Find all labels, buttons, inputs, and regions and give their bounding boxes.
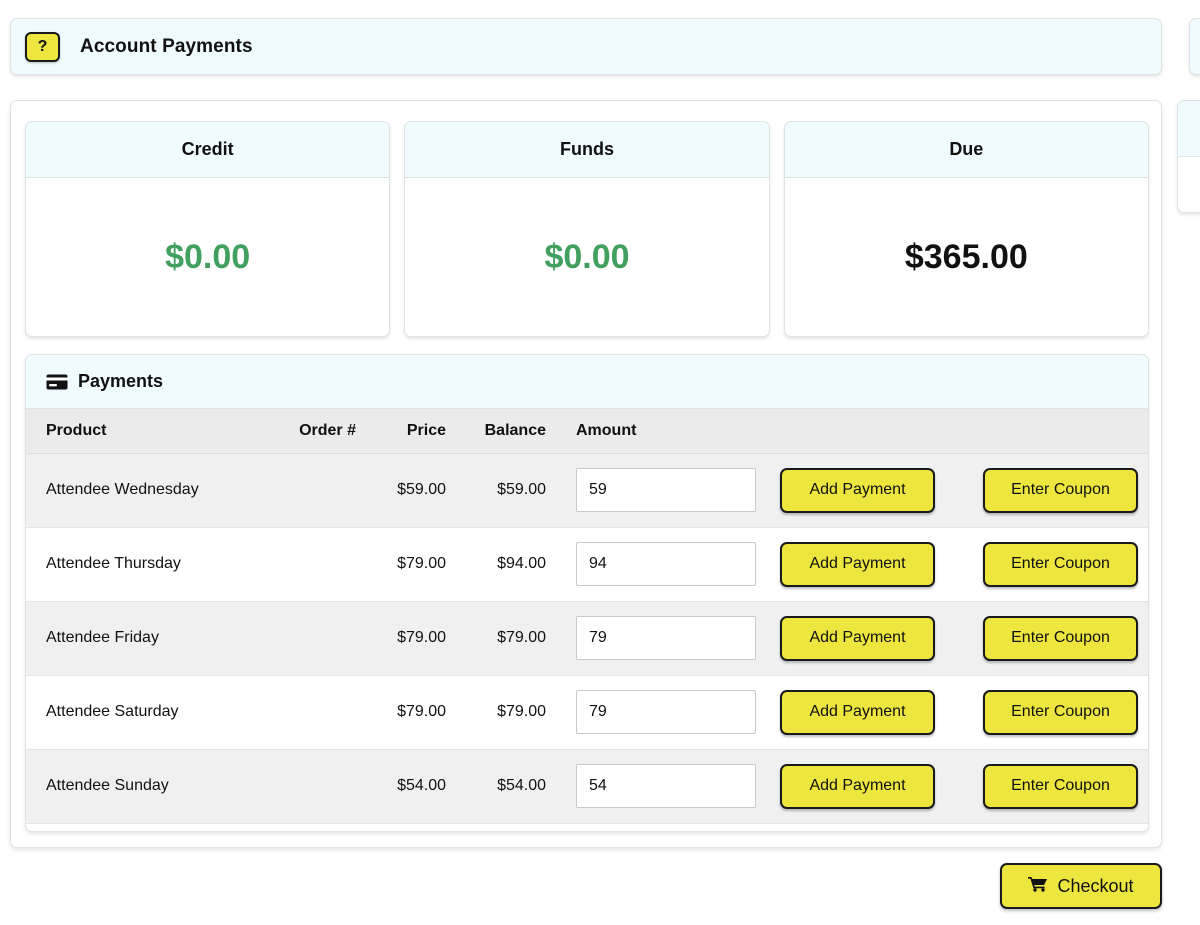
row-order [256,453,366,528]
column-header-amount: Amount [556,409,1148,454]
payments-panel-title: Payments [78,371,164,391]
row-balance: $94.00 [456,527,556,602]
payments-panel: Payments Product Order # Price Balance A… [25,354,1149,832]
table-header-row: Product Order # Price Balance Amount [26,409,1148,454]
row-actions: Add Payment Enter Coupon [556,675,1148,750]
summary-card-funds-label: Funds [405,122,769,178]
row-product: Attendee Thursday [26,527,256,602]
enter-coupon-button[interactable]: Enter Coupon [983,541,1138,587]
page-title: Account Payments [80,35,253,57]
payments-table-body: Attendee Wednesday $59.00 $59.00 Add Pay… [26,453,1148,824]
page-title-bar: ? Account Payments [10,18,1162,75]
summary-card-credit-label: Credit [26,122,390,178]
row-price: $79.00 [366,527,456,602]
add-payment-button[interactable]: Add Payment [780,615,935,661]
payments-panel-header: Payments [26,355,1148,409]
amount-input[interactable] [576,690,756,734]
row-balance: $79.00 [456,675,556,750]
row-product: Attendee Friday [26,601,256,676]
summary-card-due-label: Due [784,122,1148,178]
table-row: Attendee Friday $79.00 $79.00 Add Paymen… [26,601,1148,676]
row-balance: $59.00 [456,453,556,528]
offscreen-panel-top-right [1189,18,1200,75]
column-header-balance: Balance [456,409,556,454]
row-price: $79.00 [366,675,456,750]
add-payment-button[interactable]: Add Payment [780,763,935,809]
table-row: Attendee Wednesday $59.00 $59.00 Add Pay… [26,453,1148,528]
checkout-button-label: Checkout [1057,875,1134,896]
main-content-panel: Credit $0.00 Funds $0.00 Due $365.00 Pay… [10,100,1162,848]
column-header-product: Product [26,409,256,454]
column-header-price: Price [366,409,456,454]
offscreen-panel-right [1177,100,1200,213]
summary-cards: Credit $0.00 Funds $0.00 Due $365.00 [25,121,1149,337]
row-order [256,601,366,676]
row-balance: $79.00 [456,601,556,676]
row-actions: Add Payment Enter Coupon [556,453,1148,528]
summary-card-due-value: $365.00 [904,237,1028,276]
summary-card-credit: Credit $0.00 [25,121,391,337]
row-product: Attendee Wednesday [26,453,256,528]
row-actions: Add Payment Enter Coupon [556,749,1148,824]
amount-input[interactable] [576,468,756,512]
amount-input[interactable] [576,542,756,586]
checkout-button[interactable]: Checkout [1000,863,1162,909]
row-price: $59.00 [366,453,456,528]
row-actions: Add Payment Enter Coupon [556,601,1148,676]
row-order [256,749,366,824]
row-price: $54.00 [366,749,456,824]
enter-coupon-button[interactable]: Enter Coupon [983,689,1138,735]
help-button-label: ? [37,37,48,55]
enter-coupon-button[interactable]: Enter Coupon [983,467,1138,513]
summary-card-credit-value: $0.00 [165,237,251,276]
credit-card-icon [46,374,68,390]
summary-card-funds: Funds $0.00 [404,121,770,337]
row-order [256,675,366,750]
summary-card-due: Due $365.00 [783,121,1149,337]
add-payment-button[interactable]: Add Payment [780,541,935,587]
offscreen-panel-header [1178,101,1200,157]
add-payment-button[interactable]: Add Payment [780,467,935,513]
account-payments-page: ? Account Payments Credit $0.00 Funds $0… [0,0,1200,925]
help-button[interactable]: ? [25,31,60,62]
enter-coupon-button[interactable]: Enter Coupon [983,763,1138,809]
amount-input[interactable] [576,764,756,808]
shopping-cart-icon [1028,876,1048,897]
table-row: Attendee Thursday $79.00 $94.00 Add Paym… [26,527,1148,602]
add-payment-button[interactable]: Add Payment [780,689,935,735]
row-product: Attendee Saturday [26,675,256,750]
payments-table: Product Order # Price Balance Amount Att… [26,409,1148,824]
row-order [256,527,366,602]
row-actions: Add Payment Enter Coupon [556,527,1148,602]
row-price: $79.00 [366,601,456,676]
row-product: Attendee Sunday [26,749,256,824]
table-row: Attendee Saturday $79.00 $79.00 Add Paym… [26,675,1148,750]
row-balance: $54.00 [456,749,556,824]
amount-input[interactable] [576,616,756,660]
table-row: Attendee Sunday $54.00 $54.00 Add Paymen… [26,749,1148,824]
summary-card-funds-value: $0.00 [544,237,630,276]
checkout-area: Checkout [1000,863,1162,909]
column-header-order: Order # [256,409,366,454]
payments-table-header: Product Order # Price Balance Amount [26,409,1148,454]
enter-coupon-button[interactable]: Enter Coupon [983,615,1138,661]
